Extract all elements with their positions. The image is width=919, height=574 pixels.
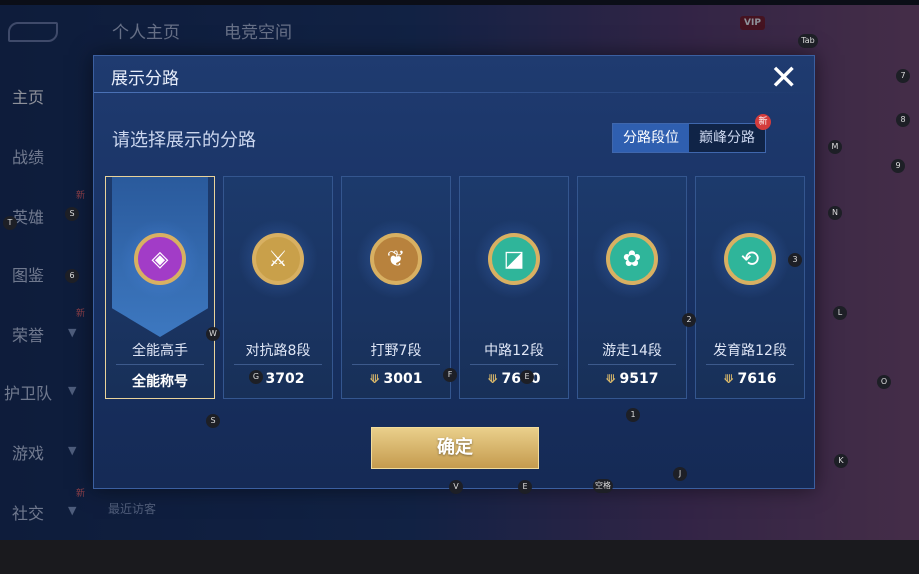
key-hint: E [520,370,534,384]
dialog-subtitle: 请选择展示的分路 [112,130,256,151]
lane-score-value: 全能称号 [132,374,188,390]
lane-score-value: 9517 [619,371,659,387]
lane-score: ⟱3702 [224,371,332,387]
lane-score: ⟱7680 [460,371,568,387]
mid-lane-icon: ◪ [488,233,540,285]
key-hint: 2 [682,313,696,327]
card-divider [588,364,676,365]
jungle-icon: ❦ [370,233,422,285]
key-hint: 3 [788,253,802,267]
lane-name: 游走14段 [602,343,662,359]
new-badge: 新 [755,114,771,130]
toggle-peak-lane[interactable]: 巅峰分路 新 [689,114,771,152]
key-hint: M [828,140,842,154]
key-hint: K [834,454,848,468]
clash-lane-icon: ⚔ [252,233,304,285]
key-hint: 9 [891,159,905,173]
lane-score: ⟱ 3001 [342,371,450,387]
lane-display-dialog: 展示分路 ✕ 请选择展示的分路 分路段位 巅峰分路 新 ◈ 全能高手 全能称号 ⚔ 对抗… [93,55,815,489]
dialog-title: 展示分路 [111,69,179,89]
lane-name: 发育路12段 [713,343,787,359]
confirm-button[interactable]: 确定 [371,427,539,469]
lane-card[interactable]: ❦ 打野7段 ⟱ 3001 [341,176,451,399]
title-divider [94,92,814,93]
lane-name: 打野7段 [370,343,422,359]
lane-score-value: 3702 [265,371,305,387]
key-hint: 6 [65,269,79,283]
key-hint: O [877,375,891,389]
lane-score: ⟱ 9517 [578,371,686,387]
lane-card[interactable]: ✿ 游走14段 ⟱ 9517 [577,176,687,399]
toggle-lane-rank[interactable]: 分路段位 [613,124,689,152]
lane-name: 中路12段 [484,343,544,359]
lane-card[interactable]: ⟲ 发育路12段 ⟱ 7616 [695,176,805,399]
lane-score-value: 3001 [383,371,423,387]
key-hint: L [833,306,847,320]
versatile-icon: ◈ [134,233,186,285]
lane-mode-toggle: 分路段位 巅峰分路 新 [612,114,771,153]
lane-card[interactable]: ⚔ 对抗路8段 ⟱3702 [223,176,333,399]
key-hint: F [443,368,457,382]
key-hint: T [3,216,17,230]
card-divider [352,364,440,365]
key-hint: 7 [896,69,910,83]
key-hint: G [249,370,263,384]
key-hint: 1 [626,408,640,422]
key-hint: V [449,480,463,494]
roam-icon: ✿ [606,233,658,285]
lane-score-value: 7616 [737,371,777,387]
key-hint: S [65,207,79,221]
lane-card[interactable]: ◪ 中路12段 ⟱7680 [459,176,569,399]
rank-points-icon: ⟱ [723,372,734,386]
key-hint: S [206,414,220,428]
bottom-bar [0,540,919,574]
rank-points-icon: ⟱ [605,372,616,386]
lane-name: 对抗路8段 [245,343,311,359]
key-hint: W [206,327,220,341]
key-hint: 8 [896,113,910,127]
rank-points-icon: ⟱ [487,372,498,386]
key-hint: Tab [798,34,818,48]
lane-score: ⟱ 7616 [696,371,804,387]
card-divider [234,364,322,365]
toggle-peak-lane-label: 巅峰分路 [699,130,755,146]
card-divider [116,364,204,365]
key-hint: 空格 [593,479,613,493]
key-hint: J [673,467,687,481]
card-divider [470,364,558,365]
rank-points-icon: ⟱ [369,372,380,386]
lane-card[interactable]: ◈ 全能高手全能称号 [105,176,215,399]
key-hint: E [518,480,532,494]
card-divider [706,364,794,365]
farm-lane-icon: ⟲ [724,233,776,285]
lane-score: 全能称号 [106,371,214,391]
lane-name: 全能高手 [132,343,188,359]
key-hint: N [828,206,842,220]
